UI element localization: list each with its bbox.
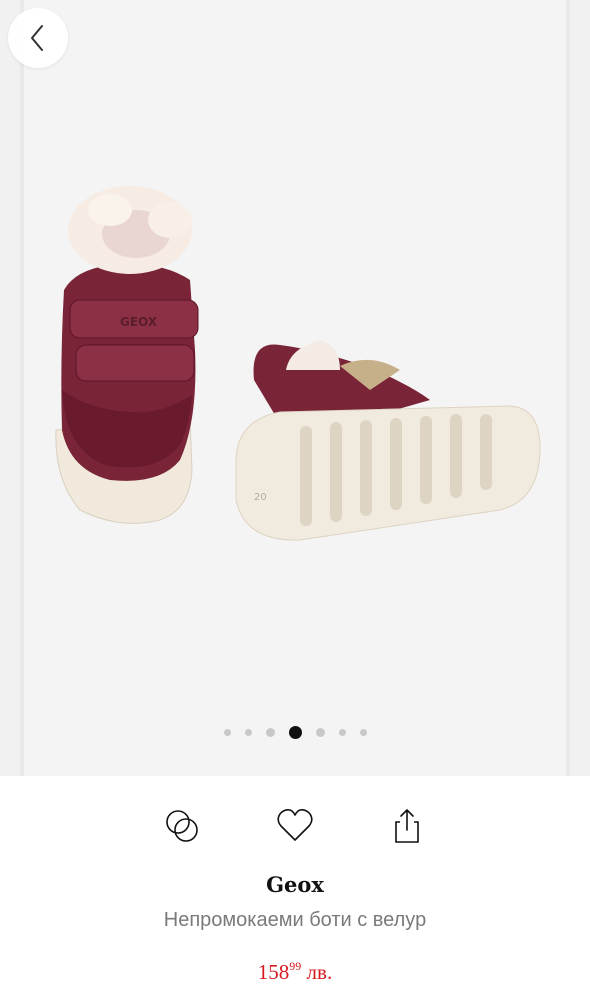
boot-sole: 20 <box>235 340 541 541</box>
favorite-button[interactable] <box>273 804 317 848</box>
price-main: 158 <box>257 960 290 984</box>
compare-circles-icon <box>166 810 198 842</box>
product-brand[interactable]: Geox <box>0 872 590 897</box>
next-slide-peek[interactable] <box>570 0 590 776</box>
shoe-logo: GEOX <box>120 315 158 329</box>
product-image: GEOX 20 <box>55 186 541 541</box>
product-price: 15899 лв. <box>0 959 590 985</box>
share-button[interactable] <box>385 804 429 848</box>
price-cents: 99 <box>289 959 302 973</box>
pagination-dot[interactable] <box>315 727 325 737</box>
share-icon <box>395 809 419 843</box>
pagination-dot[interactable] <box>359 728 367 736</box>
pagination-dot[interactable] <box>223 728 231 736</box>
pagination-dot[interactable] <box>288 725 302 739</box>
sole-size: 20 <box>254 492 267 503</box>
previous-slide-peek[interactable] <box>0 0 20 776</box>
pagination-dot[interactable] <box>265 727 275 737</box>
boot-front: GEOX <box>55 186 199 524</box>
compare-button[interactable] <box>160 804 204 848</box>
price-currency: лв. <box>306 960 333 984</box>
back-button[interactable] <box>8 8 68 68</box>
pagination-dot[interactable] <box>244 728 252 736</box>
product-actions <box>0 804 590 848</box>
chevron-left-icon <box>31 25 43 51</box>
product-title: Непромокаеми боти с велур <box>163 909 427 931</box>
pagination-dot[interactable] <box>338 728 346 736</box>
gallery-pagination <box>0 724 590 740</box>
heart-icon <box>277 809 313 841</box>
product-image-gallery[interactable]: GEOX 20 <box>0 0 590 776</box>
